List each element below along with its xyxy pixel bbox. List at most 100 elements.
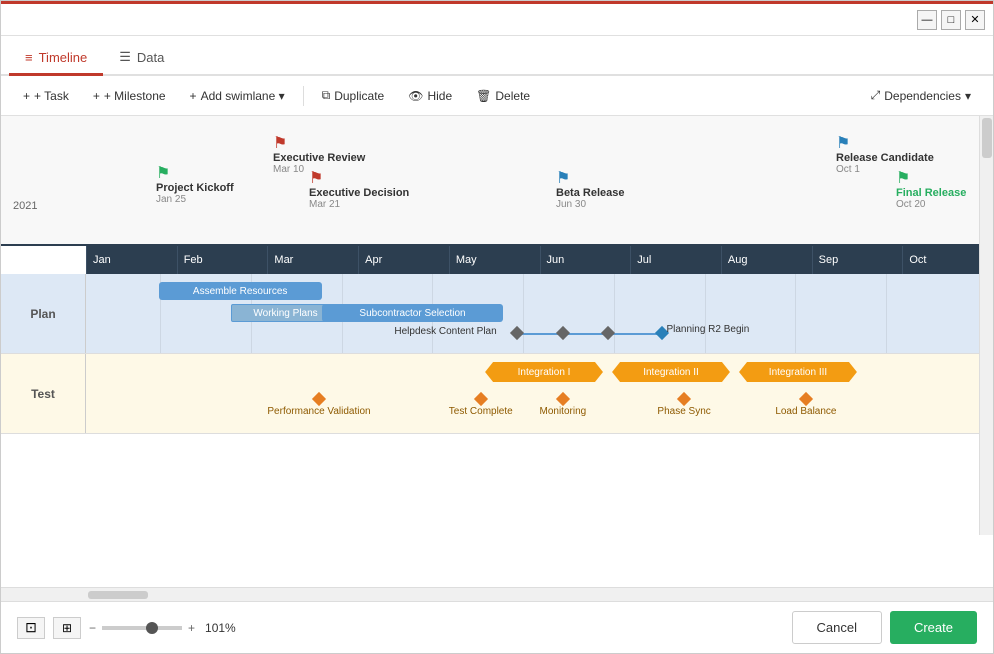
test-label: Test [1, 354, 86, 433]
exec-decision-date: Mar 21 [309, 199, 340, 210]
swimlane-plan: Plan As [1, 274, 993, 354]
exec-decision-flag-icon: ⚑ [309, 171, 323, 187]
zoom-slider-container: − + 101% [89, 621, 236, 635]
milestone-release-candidate: ⚑ Release Candidate Oct 1 [836, 136, 934, 175]
add-swimlane-button[interactable]: + Add swimlane ▾ [180, 84, 295, 108]
horizontal-scrollbar[interactable] [1, 587, 993, 601]
task-subcontractor[interactable]: Subcontractor Selection [322, 304, 503, 322]
final-title: Final Release [896, 187, 966, 199]
integration-3-bar[interactable]: Integration III [739, 362, 857, 382]
v-scroll-thumb[interactable] [982, 118, 992, 158]
integration-2-bar[interactable]: Integration II [612, 362, 730, 382]
year-label: 2021 [7, 196, 43, 216]
milestone-perf-validation: Performance Validation [267, 394, 370, 417]
zoom-controls: ⊡ ⊞ − + 101% [17, 617, 236, 639]
footer: ⊡ ⊞ − + 101% Cancel Create [1, 601, 993, 653]
task-assemble-resources[interactable]: Assemble Resources [159, 282, 322, 300]
exec-review-flag-icon: ⚑ [273, 136, 287, 152]
beta-flag-icon: ⚑ [556, 171, 570, 187]
load-balance-label: Load Balance [775, 406, 836, 417]
test-content[interactable]: Integration I Integration II Integration… [86, 354, 993, 433]
toolbar: + + Task + + Milestone + Add swimlane ▾ … [1, 76, 993, 116]
tab-timeline[interactable]: ≡ Timeline [9, 42, 103, 76]
zoom-slider[interactable] [102, 626, 182, 630]
month-apr: Apr [358, 246, 449, 274]
month-jan: Jan [86, 246, 177, 274]
month-feb: Feb [177, 246, 268, 274]
minimize-button[interactable]: — [917, 10, 937, 30]
add-milestone-button[interactable]: + + Milestone [83, 84, 176, 108]
milestone-beta-release: ⚑ Beta Release Jun 30 [556, 171, 625, 210]
delete-button[interactable]: 🗑 Delete [466, 84, 540, 108]
dep-chevron-icon: ▾ [965, 89, 971, 103]
planning-r2-label: Planning R2 Begin [666, 324, 749, 335]
swimlanes-container: Plan As [1, 274, 993, 434]
vertical-scrollbar[interactable] [979, 116, 993, 535]
task-helpdesk-bar[interactable] [512, 333, 657, 335]
beta-title: Beta Release [556, 187, 625, 199]
plan-label: Plan [1, 274, 86, 353]
cancel-button[interactable]: Cancel [792, 611, 882, 644]
integration-1-bar[interactable]: Integration I [485, 362, 603, 382]
add-milestone-icon: + [93, 89, 100, 103]
add-swimlane-icon: + [190, 89, 197, 103]
month-header: Jan Feb Mar Apr May Jun Jul Aug Sep Oct [86, 246, 993, 274]
zoom-fit-icon[interactable]: ⊡ [17, 617, 45, 639]
h-scroll-thumb[interactable] [88, 591, 148, 599]
perf-diamond [312, 392, 326, 406]
data-tab-icon: ☰ [119, 49, 131, 65]
final-flag-icon: ⚑ [896, 171, 910, 187]
milestone-kickoff: ⚑ Project Kickoff Jan 25 [156, 166, 234, 205]
milestone-final-release: ⚑ Final Release Oct 20 [896, 171, 966, 210]
monitoring-label: Monitoring [540, 406, 587, 417]
kickoff-flag-icon: ⚑ [156, 166, 170, 182]
month-may: May [449, 246, 540, 274]
rc-flag-icon: ⚑ [836, 136, 850, 152]
milestone-load-balance: Load Balance [775, 394, 836, 417]
monitoring-diamond [556, 392, 570, 406]
zoom-plus[interactable]: + [188, 621, 195, 635]
zoom-minus[interactable]: − [89, 621, 96, 635]
test-complete-label: Test Complete [449, 406, 513, 417]
exec-review-title: Executive Review [273, 152, 365, 164]
create-button[interactable]: Create [890, 611, 977, 644]
zoom-level: 101% [205, 621, 236, 635]
zoom-select-icon[interactable]: ⊞ [53, 617, 81, 639]
rc-date: Oct 1 [836, 164, 860, 175]
dependencies-button[interactable]: ⤢ Dependencies ▾ [861, 83, 981, 108]
close-button[interactable]: ✕ [965, 10, 985, 30]
timeline-tab-icon: ≡ [25, 50, 33, 65]
phase-sync-label: Phase Sync [657, 406, 710, 417]
tab-data-label: Data [137, 50, 164, 65]
tab-timeline-label: Timeline [39, 50, 88, 65]
zoom-slider-thumb[interactable] [146, 622, 158, 634]
month-aug: Aug [721, 246, 812, 274]
exec-review-date: Mar 10 [273, 164, 304, 175]
milestone-phase-sync: Phase Sync [657, 394, 710, 417]
add-task-icon: + [23, 89, 30, 103]
title-bar: — □ ✕ [1, 4, 993, 36]
duplicate-icon: ⧉ [322, 88, 331, 103]
timeline-container[interactable]: 2021 ⚑ Project Kickoff Jan 25 ⚑ Executiv… [1, 116, 993, 587]
kickoff-date: Jan 25 [156, 194, 186, 205]
rc-title: Release Candidate [836, 152, 934, 164]
load-balance-diamond [799, 392, 813, 406]
plan-content[interactable]: Assemble Resources Working Plans Subcont… [86, 274, 993, 353]
tab-data[interactable]: ☰ Data [103, 41, 180, 76]
milestone-exec-decision: ⚑ Executive Decision Mar 21 [309, 171, 409, 210]
toolbar-right: ⤢ Dependencies ▾ [861, 83, 981, 108]
footer-actions: Cancel Create [792, 611, 978, 644]
main-window: — □ ✕ ≡ Timeline ☰ Data + + Task + + Mil… [0, 0, 994, 654]
diamond-d2 [556, 326, 570, 340]
test-complete-diamond [474, 392, 488, 406]
hide-button[interactable]: 👁 Hide [398, 84, 462, 108]
swimlane-test: Test Integration I Integration II [1, 354, 993, 434]
phase-sync-diamond [677, 392, 691, 406]
duplicate-button[interactable]: ⧉ Duplicate [312, 83, 395, 108]
maximize-button[interactable]: □ [941, 10, 961, 30]
month-mar: Mar [267, 246, 358, 274]
add-task-button[interactable]: + + Task [13, 84, 79, 108]
toolbar-sep-1 [303, 86, 304, 106]
dependencies-icon: ⤢ [871, 88, 881, 103]
month-jul: Jul [630, 246, 721, 274]
